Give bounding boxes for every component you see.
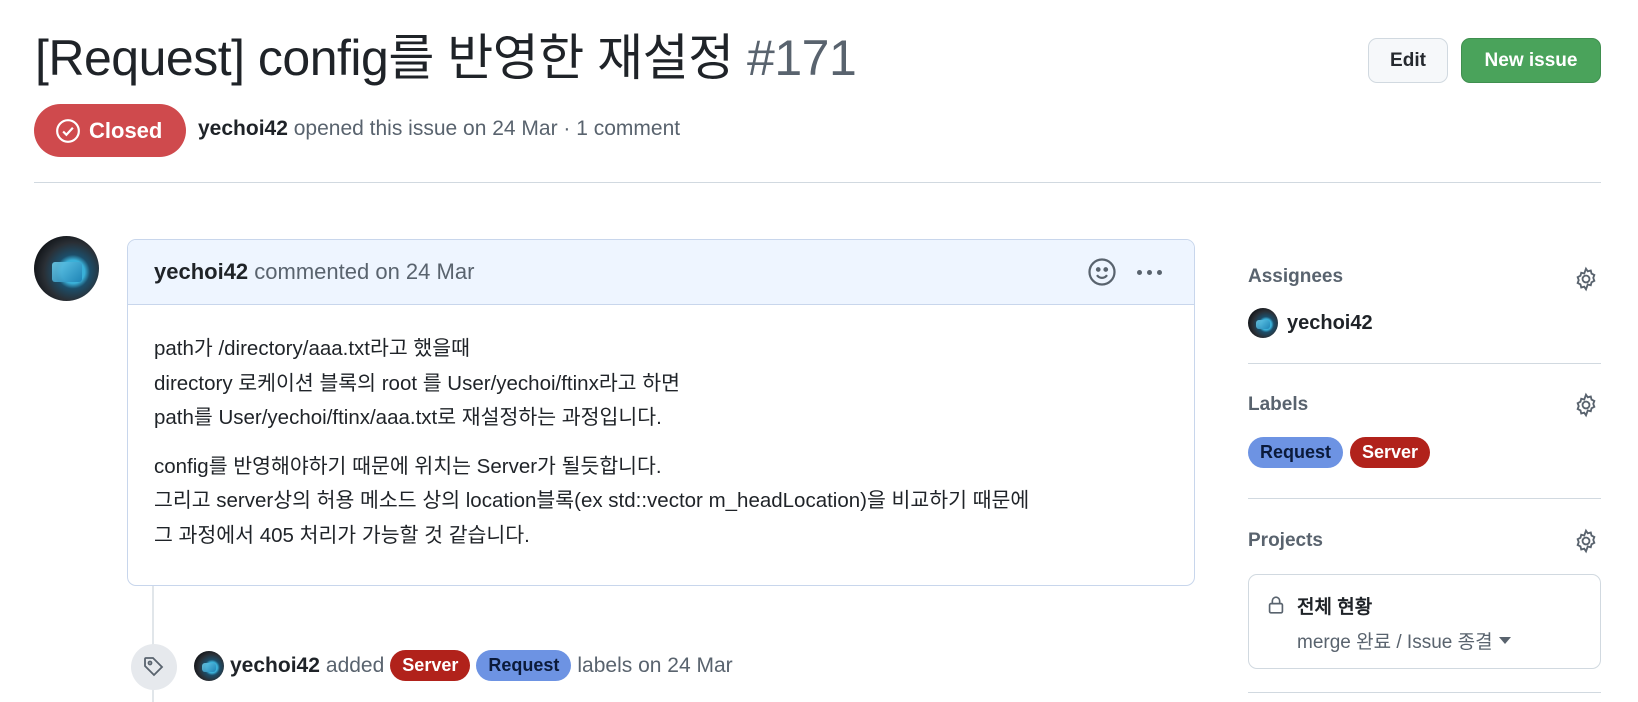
- smiley-icon[interactable]: [1087, 257, 1117, 287]
- kebab-icon[interactable]: [1132, 257, 1166, 287]
- tag-icon: [144, 657, 164, 677]
- comment-action[interactable]: commented on 24 Mar: [254, 259, 474, 284]
- projects-heading: Projects: [1248, 530, 1323, 551]
- comment-line: path가 /directory/aaa.txt라고 했을때: [154, 337, 470, 360]
- header-divider: [34, 182, 1601, 183]
- comment-body: path가 /directory/aaa.txt라고 했을때 directory…: [154, 332, 1174, 567]
- avatar[interactable]: [34, 236, 99, 301]
- project-name[interactable]: 전체 현황: [1297, 592, 1372, 619]
- label-request[interactable]: Request: [476, 650, 572, 681]
- project-status-select[interactable]: merge 완료 / Issue 종결: [1297, 627, 1511, 654]
- status-badge: Closed: [34, 104, 186, 157]
- label-server[interactable]: Server: [1350, 437, 1431, 468]
- lock-icon: [1268, 596, 1284, 614]
- labels-heading: Labels: [1248, 394, 1309, 415]
- project-status-value: merge 완료 / Issue 종결: [1297, 632, 1493, 653]
- comment-line: path를 User/yechoi/ftinx/aaa.txt로 재설정하는 과…: [154, 406, 662, 429]
- event-actor-link[interactable]: yechoi42: [230, 654, 320, 678]
- comment-byline: yechoi42 commented on 24 Mar: [154, 259, 474, 285]
- comment-line: directory 로케이션 블록의 root 를 User/yechoi/ft…: [154, 371, 680, 395]
- sidebar-divider: [1248, 692, 1601, 693]
- issue-title: [Request] config를 반영한 재설정 #171: [35, 24, 857, 92]
- avatar[interactable]: [194, 650, 224, 681]
- sidebar-divider: [1248, 498, 1601, 499]
- comment-line: config를 반영해야하기 때문에 위치는 Server가 될듯합니다.: [154, 454, 662, 478]
- timeline-badge: [131, 644, 177, 690]
- edit-button[interactable]: Edit: [1368, 38, 1448, 83]
- event-suffix: labels on 24 Mar: [577, 653, 733, 677]
- status-label: Closed: [89, 117, 163, 143]
- issue-author-link[interactable]: yechoi42: [198, 117, 288, 140]
- gear-icon[interactable]: [1573, 528, 1599, 554]
- issue-meta: yechoi42 opened this issue on 24 Mar · 1…: [198, 117, 680, 141]
- labels-list: Request Server: [1248, 437, 1431, 468]
- avatar: [1248, 308, 1278, 338]
- gear-icon[interactable]: [1573, 266, 1599, 292]
- assignee-name[interactable]: yechoi42: [1287, 312, 1373, 335]
- label-request[interactable]: Request: [1248, 437, 1344, 468]
- new-issue-button[interactable]: New issue: [1461, 38, 1601, 83]
- comment-paragraph: path가 /directory/aaa.txt라고 했을때 directory…: [154, 332, 1174, 436]
- comment-line: 그리고 server상의 허용 메소드 상의 location블록(ex std…: [154, 489, 1030, 512]
- label-event: yechoi42 added Server Request labels on …: [194, 650, 733, 681]
- assignees-heading: Assignees: [1248, 266, 1344, 287]
- issue-number: #171: [747, 30, 857, 86]
- comment-paragraph: config를 반영해야하기 때문에 위치는 Server가 될듯합니다. 그리…: [154, 450, 1174, 554]
- check-circle-icon: [56, 118, 80, 143]
- caret-down-icon: [1498, 637, 1511, 644]
- sidebar-divider: [1248, 363, 1601, 364]
- comment-line: 그 과정에서 405 처리가 가능할 것 같습니다.: [154, 523, 530, 547]
- gear-icon[interactable]: [1573, 392, 1599, 418]
- comment-header: yechoi42 commented on 24 Mar: [128, 240, 1194, 305]
- comment-author-link[interactable]: yechoi42: [154, 259, 248, 284]
- project-card[interactable]: 전체 현황 merge 완료 / Issue 종결: [1248, 574, 1601, 669]
- comment-box: yechoi42 commented on 24 Mar path가 /dire…: [127, 239, 1195, 586]
- assignee-item[interactable]: yechoi42: [1248, 308, 1373, 338]
- event-verb: added: [325, 653, 385, 677]
- issue-meta-text: opened this issue on 24 Mar · 1 comment: [293, 117, 681, 140]
- label-server[interactable]: Server: [390, 650, 471, 681]
- issue-title-text: [Request] config를 반영한 재설정: [35, 30, 734, 86]
